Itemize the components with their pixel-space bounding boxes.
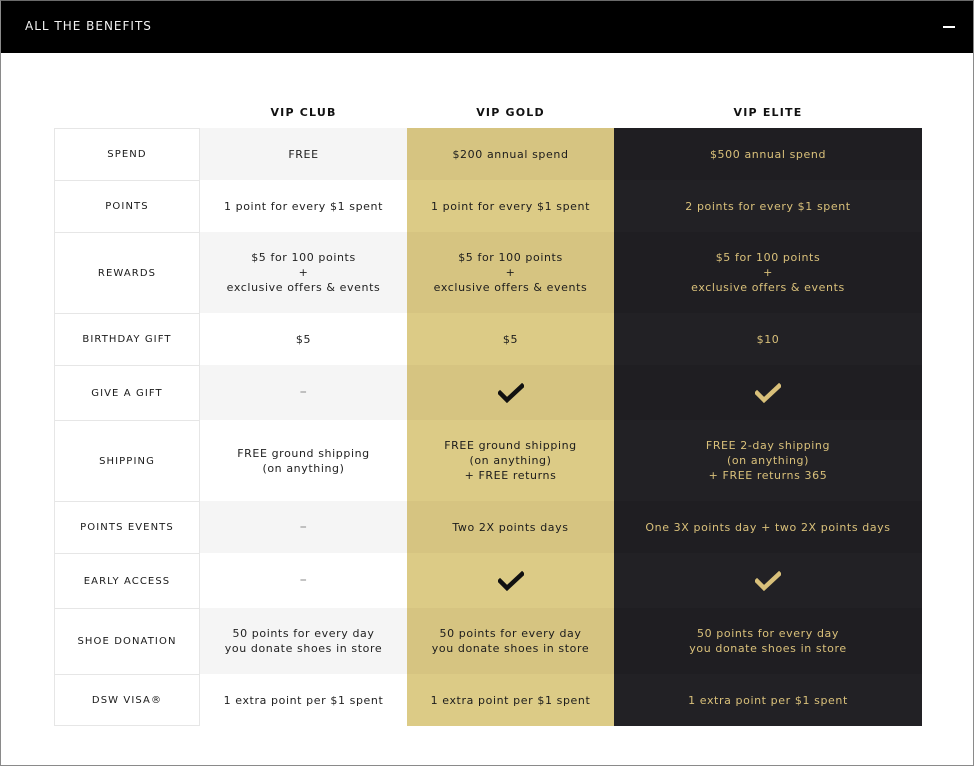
elite-cell: $10 xyxy=(614,313,922,365)
collapse-button[interactable] xyxy=(939,17,959,37)
elite-cell: $500 annual spend xyxy=(614,128,922,180)
check-icon xyxy=(614,365,922,420)
check-icon xyxy=(407,365,614,420)
row-label-rewards: REWARDS xyxy=(54,232,200,313)
table-row: BIRTHDAY GIFT $5 $5 $10 xyxy=(54,313,922,365)
club-cell: – xyxy=(200,501,407,553)
table-row: EARLY ACCESS – xyxy=(54,553,922,608)
gold-cell: FREE ground shipping (on anything) + FRE… xyxy=(407,420,614,501)
check-icon xyxy=(614,553,922,608)
gold-cell: $200 annual spend xyxy=(407,128,614,180)
column-header-vip-gold: VIP GOLD xyxy=(476,106,545,119)
column-header-vip-club: VIP CLUB xyxy=(270,106,337,119)
table-row: REWARDS $5 for 100 points + exclusive off… xyxy=(54,232,922,313)
gold-cell: Two 2X points days xyxy=(407,501,614,553)
benefits-comparison-table: VIP CLUB VIP GOLD VIP ELITE SPEND FREE $20… xyxy=(54,97,922,726)
club-cell: 1 point for every $1 spent xyxy=(200,180,407,232)
row-label-points-events: POINTS EVENTS xyxy=(54,501,200,553)
table-row: SHIPPING FREE ground shipping (on anythin… xyxy=(54,420,922,501)
row-label-early-access: EARLY ACCESS xyxy=(54,553,200,608)
row-label-give-a-gift: GIVE A GIFT xyxy=(54,365,200,420)
table-row: GIVE A GIFT – xyxy=(54,365,922,420)
row-label-points: POINTS xyxy=(54,180,200,232)
club-cell: 50 points for every day you donate shoes… xyxy=(200,608,407,674)
table-header-row: VIP CLUB VIP GOLD VIP ELITE xyxy=(54,97,922,128)
check-icon xyxy=(407,553,614,608)
club-cell: $5 xyxy=(200,313,407,365)
row-label-dsw-visa: DSW VISA® xyxy=(54,674,200,726)
table-row: POINTS EVENTS – Two 2X points days One 3X p… xyxy=(54,501,922,553)
club-cell: $5 for 100 points + exclusive offers & e… xyxy=(200,232,407,313)
club-cell: – xyxy=(200,365,407,420)
club-cell: – xyxy=(200,553,407,608)
elite-cell: FREE 2-day shipping (on anything) + FREE… xyxy=(614,420,922,501)
minus-icon xyxy=(943,26,955,28)
row-label-shoe-donation: SHOE DONATION xyxy=(54,608,200,674)
gold-cell: 1 point for every $1 spent xyxy=(407,180,614,232)
elite-cell: 50 points for every day you donate shoes… xyxy=(614,608,922,674)
gold-cell: $5 xyxy=(407,313,614,365)
table-row: SPEND FREE $200 annual spend $500 annual sp… xyxy=(54,128,922,180)
accordion-title: ALL THE BENEFITS xyxy=(25,19,152,33)
row-label-shipping: SHIPPING xyxy=(54,420,200,501)
elite-cell: One 3X points day + two 2X points days xyxy=(614,501,922,553)
elite-cell: $5 for 100 points + exclusive offers & e… xyxy=(614,232,922,313)
header-empty xyxy=(54,97,200,128)
club-cell: FREE xyxy=(200,128,407,180)
benefits-panel: ALL THE BENEFITS VIP CLUB VIP GOLD VIP E… xyxy=(0,0,974,766)
club-cell: 1 extra point per $1 spent xyxy=(200,674,407,726)
table-row: POINTS 1 point for every $1 spent 1 point … xyxy=(54,180,922,232)
row-label-spend: SPEND xyxy=(54,128,200,180)
gold-cell: 1 extra point per $1 spent xyxy=(407,674,614,726)
table-row: SHOE DONATION 50 points for every day you… xyxy=(54,608,922,674)
row-label-birthday-gift: BIRTHDAY GIFT xyxy=(54,313,200,365)
accordion-header[interactable]: ALL THE BENEFITS xyxy=(1,1,973,53)
table-row: DSW VISA® 1 extra point per $1 spent 1 ext… xyxy=(54,674,922,726)
elite-cell: 2 points for every $1 spent xyxy=(614,180,922,232)
column-header-vip-elite: VIP ELITE xyxy=(733,106,803,119)
gold-cell: 50 points for every day you donate shoes… xyxy=(407,608,614,674)
gold-cell: $5 for 100 points + exclusive offers & e… xyxy=(407,232,614,313)
table-body: SPEND FREE $200 annual spend $500 annual sp… xyxy=(54,128,922,726)
club-cell: FREE ground shipping (on anything) xyxy=(200,420,407,501)
elite-cell: 1 extra point per $1 spent xyxy=(614,674,922,726)
